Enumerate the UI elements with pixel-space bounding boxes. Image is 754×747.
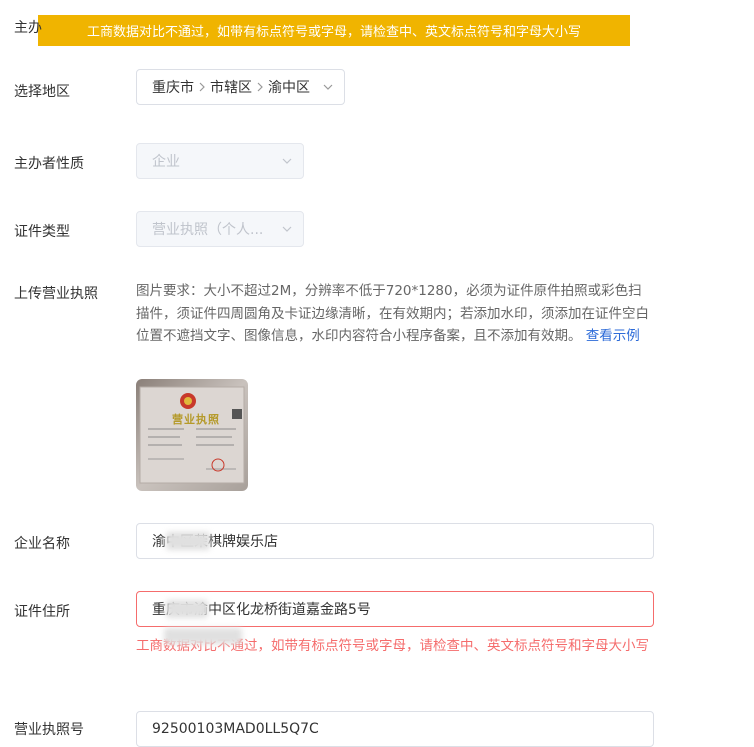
redaction-mask [166,532,210,550]
chevron-right-icon [257,82,263,92]
chevron-down-icon [323,84,333,90]
chevron-down-icon [282,158,292,164]
toast-message: 工商数据对比不通过，如带有标点符号或字母，请检查中、英文标点符号和字母大小写 [86,25,581,40]
company-name-input[interactable]: 渝中区茉棋牌娱乐店 [136,523,654,559]
company-name-label: 企业名称 [14,536,70,552]
organizer-type-label: 主办者性质 [14,156,84,172]
cert-type-value: 营业执照（个人... [152,222,264,238]
organizer-label-partial: 主办 [14,20,42,36]
cert-type-select[interactable]: 营业执照（个人... [136,211,304,247]
region-city: 市辖区 [210,80,252,96]
upload-license-label: 上传营业执照 [14,286,98,302]
region-cascader[interactable]: 重庆市 市辖区 渝中区 [136,69,345,105]
organizer-type-select[interactable]: 企业 [136,143,304,179]
license-number-value: 92500103MAD0LL5Q7C [152,721,319,737]
view-example-link[interactable]: 查看示例 [586,328,640,344]
license-thumb-title: 营业执照 [172,413,220,426]
requirement-text: 图片要求：大小不超过2M，分辨率不低于720*1280，必须为证件原件拍照或彩色… [136,283,649,344]
upload-requirement: 图片要求：大小不超过2M，分辨率不低于720*1280，必须为证件原件拍照或彩色… [136,280,652,348]
license-image [136,379,248,491]
license-thumbnail[interactable]: 营业执照 [136,379,248,491]
region-label: 选择地区 [14,84,70,100]
cert-type-label: 证件类型 [14,224,70,240]
region-province: 重庆市 [152,80,194,96]
cert-address-input[interactable]: 重庆市渝中区化龙桥街道嘉金路5号 [136,591,654,627]
license-number-input[interactable]: 92500103MAD0LL5Q7C [136,711,654,747]
cert-address-label: 证件住所 [14,604,70,620]
error-toast: 工商数据对比不通过，如带有标点符号或字母，请检查中、英文标点符号和字母大小写 [38,15,630,46]
chevron-down-icon [282,226,292,232]
license-number-label: 营业执照号 [14,722,84,738]
region-district: 渝中区 [268,80,310,96]
redaction-mask [166,600,208,618]
chevron-right-icon [199,82,205,92]
redaction-mask [164,628,242,644]
organizer-type-value: 企业 [152,154,180,170]
